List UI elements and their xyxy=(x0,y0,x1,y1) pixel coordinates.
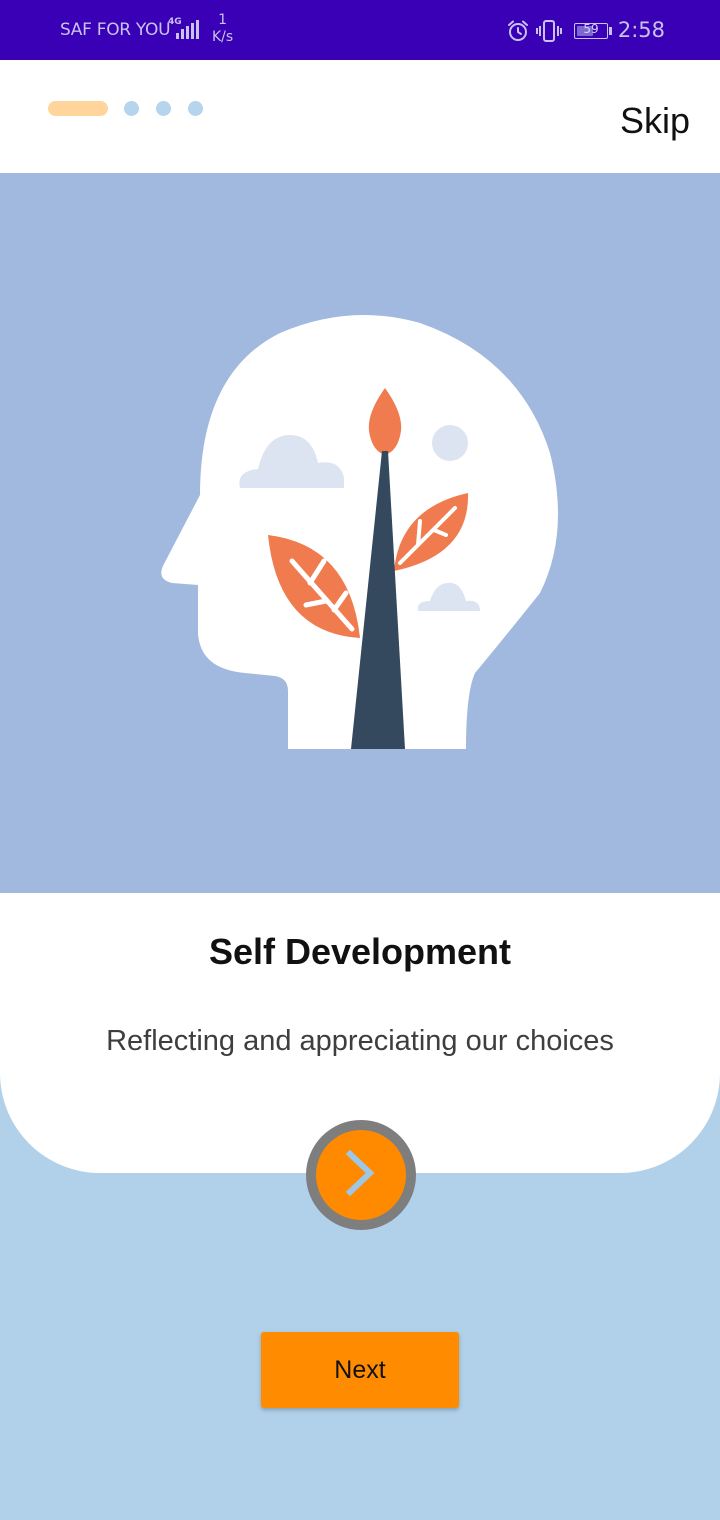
carrier-name: SAF FOR YOU xyxy=(60,20,171,40)
alarm-icon xyxy=(506,19,530,43)
skip-button[interactable]: Skip xyxy=(620,100,690,142)
head-with-plant-illustration xyxy=(161,315,558,749)
status-bar: SAF FOR YOU 4G 1 K/s 59 2:58 xyxy=(0,0,720,60)
signal-icon xyxy=(176,19,202,45)
next-arrow-button-inner[interactable] xyxy=(316,1130,406,1220)
battery-level: 59 xyxy=(583,22,599,36)
page-indicator-dot xyxy=(156,101,171,116)
illustration-panel xyxy=(0,173,720,893)
page-indicator-dot xyxy=(188,101,203,116)
page-indicator-dot xyxy=(124,101,139,116)
network-speed: 1 K/s xyxy=(212,12,233,46)
onboarding-header: Skip xyxy=(0,60,720,173)
page-indicator-active xyxy=(48,101,108,116)
network-speed-value: 1 xyxy=(218,12,228,28)
chevron-right-icon xyxy=(344,1149,378,1201)
next-button[interactable]: Next xyxy=(261,1332,459,1408)
battery-icon: 59 xyxy=(574,22,608,39)
clock: 2:58 xyxy=(617,18,665,42)
page-subtitle: Reflecting and appreciating our choices xyxy=(106,1025,614,1057)
page-title: Self Development xyxy=(208,931,512,972)
vibrate-icon xyxy=(536,19,562,43)
next-arrow-button[interactable] xyxy=(306,1120,416,1230)
network-speed-unit: K/s xyxy=(212,29,234,45)
